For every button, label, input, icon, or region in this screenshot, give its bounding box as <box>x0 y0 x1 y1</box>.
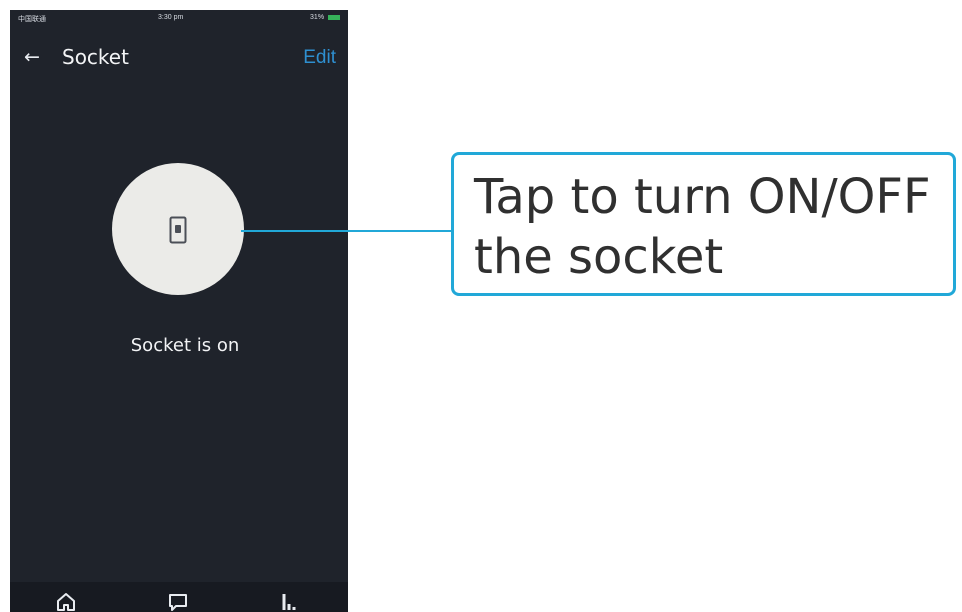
edit-button[interactable]: Edit <box>303 45 336 71</box>
page-title: Socket <box>62 45 129 69</box>
callout-line-1: Tap to turn ON/OFF <box>474 169 931 225</box>
bottom-tab-bar <box>10 582 348 612</box>
home-icon[interactable] <box>54 590 78 612</box>
socket-status-text: Socket is on <box>130 335 240 356</box>
carrier-label: 中国联通 <box>18 16 46 23</box>
stats-icon[interactable] <box>279 590 303 612</box>
phone-screen: 中国联通 3:30 pm 31% ← Socket Edit Socket is… <box>10 10 348 612</box>
battery-indicator: 31% <box>310 14 340 21</box>
callout-text: Tap to turn ON/OFF the socket <box>474 167 944 287</box>
callout-connector-line <box>241 230 454 232</box>
socket-power-button[interactable] <box>112 163 244 295</box>
battery-icon <box>328 14 340 20</box>
instruction-callout: Tap to turn ON/OFF the socket <box>451 152 956 296</box>
back-arrow-icon[interactable]: ← <box>24 45 44 69</box>
callout-line-2: the socket <box>474 229 724 285</box>
navigation-bar: ← Socket Edit <box>10 43 348 73</box>
instruction-screenshot: 中国联通 3:30 pm 31% ← Socket Edit Socket is… <box>0 0 962 612</box>
status-time: 3:30 pm <box>158 14 184 21</box>
battery-percentage: 31% <box>310 14 325 21</box>
status-bar: 中国联通 3:30 pm 31% <box>10 10 348 28</box>
socket-switch-icon <box>169 216 187 244</box>
message-icon[interactable] <box>166 590 190 612</box>
